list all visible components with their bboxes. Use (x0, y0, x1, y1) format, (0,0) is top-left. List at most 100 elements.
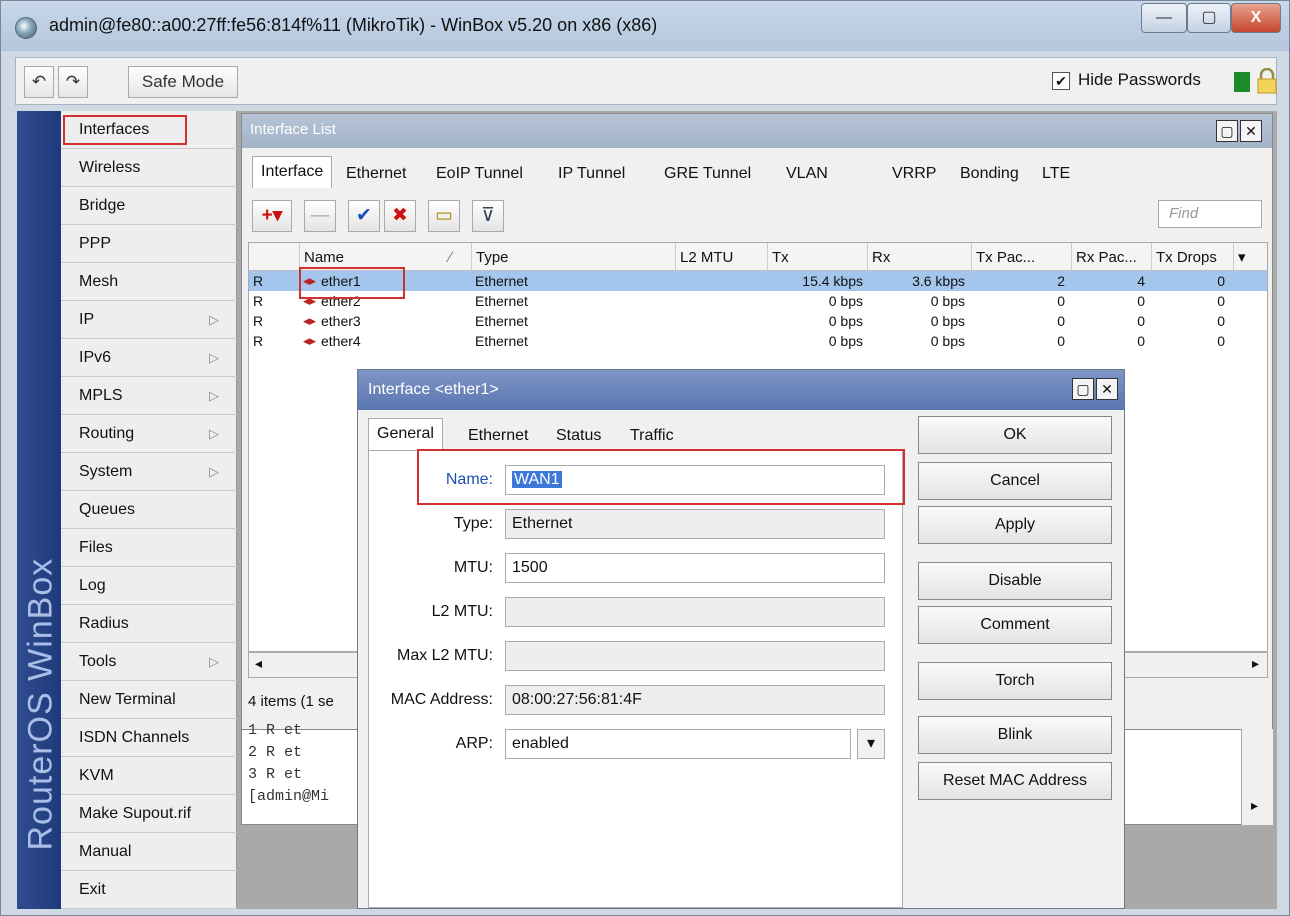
table-row[interactable]: R ◂▸ ether1 Ethernet 15.4 kbps 3.6 kbps 2 4 0 (249, 271, 1267, 291)
column-header[interactable]: Tx (767, 243, 867, 271)
sidebar-item-label: MPLS (79, 387, 123, 404)
table-row[interactable]: R ◂▸ ether4 Ethernet 0 bps 0 bps 0 0 0 (249, 331, 1267, 351)
dialog-tab-general[interactable]: General (368, 418, 443, 450)
scroll-right-icon[interactable]: ▸ (1252, 655, 1259, 672)
tx-cell: 0 bps (828, 313, 863, 329)
column-header[interactable]: Rx (867, 243, 971, 271)
sidebar-item-ip[interactable]: IP ▷ (61, 301, 237, 339)
cancel-button[interactable]: Cancel (918, 462, 1112, 500)
column-header[interactable]: L2 MTU (675, 243, 767, 271)
tab-lte[interactable]: LTE (1034, 160, 1078, 188)
sidebar-item-isdn-channels[interactable]: ISDN Channels (61, 719, 237, 757)
name-cell: ether4 (321, 333, 361, 349)
sidebar-item-wireless[interactable]: Wireless (61, 149, 237, 187)
column-menu-icon[interactable]: ▾ (1233, 243, 1267, 271)
name-cell: ether1 (321, 273, 361, 289)
sidebar-item-mpls[interactable]: MPLS ▷ (61, 377, 237, 415)
flag-cell: R (253, 313, 264, 329)
comment-button[interactable]: ▭ (428, 200, 460, 232)
sidebar-item-label: Tools (79, 653, 117, 670)
safe-mode-button[interactable]: Safe Mode (128, 66, 238, 98)
tab-eoip-tunnel[interactable]: EoIP Tunnel (428, 160, 531, 188)
flag-cell: R (253, 293, 264, 309)
minimize-button[interactable]: — (1141, 3, 1187, 33)
sidebar-item-exit[interactable]: Exit (61, 871, 237, 909)
ok-button[interactable]: OK (918, 416, 1112, 454)
close-window-icon[interactable]: ✕ (1096, 378, 1118, 400)
chevron-down-icon[interactable]: ▾ (857, 729, 885, 759)
column-header[interactable]: Type (471, 243, 675, 271)
tab-vlan[interactable]: VLAN (778, 160, 836, 188)
sidebar-item-manual[interactable]: Manual (61, 833, 237, 871)
filter-button[interactable]: ⊽ (472, 200, 504, 232)
dialog-tab-traffic[interactable]: Traffic (622, 422, 682, 450)
submenu-arrow-icon: ▷ (209, 464, 219, 479)
torch-button[interactable]: Torch (918, 662, 1112, 700)
tab-bonding[interactable]: Bonding (952, 160, 1027, 188)
restore-window-icon[interactable]: ▢ (1216, 120, 1238, 142)
tx-cell: 0 bps (828, 293, 863, 309)
name-cell: ether2 (321, 293, 361, 309)
column-header[interactable]: Rx Pac... (1071, 243, 1151, 271)
sidebar-item-label: Log (79, 577, 106, 594)
hide-passwords-label: Hide Passwords (1078, 70, 1201, 89)
scroll-right-icon[interactable]: ▸ (1251, 797, 1258, 814)
sidebar-item-make-supout-rif[interactable]: Make Supout.rif (61, 795, 237, 833)
sidebar-item-log[interactable]: Log (61, 567, 237, 605)
maximize-button[interactable]: ▢ (1187, 3, 1231, 33)
close-button[interactable]: X (1231, 3, 1281, 33)
terminal-scrollbar[interactable]: ▸ (1241, 729, 1273, 825)
redo-button[interactable]: ↷ (58, 66, 88, 98)
restore-window-icon[interactable]: ▢ (1072, 378, 1094, 400)
sidebar-item-ipv6[interactable]: IPv6 ▷ (61, 339, 237, 377)
tab-interface[interactable]: Interface (252, 156, 333, 188)
blink-button[interactable]: Blink (918, 716, 1112, 754)
sidebar-item-label: IP (79, 311, 95, 328)
sidebar-item-kvm[interactable]: KVM (61, 757, 237, 795)
hide-passwords-checkbox[interactable]: ✔ (1052, 72, 1070, 90)
name-field[interactable]: WAN1 (505, 465, 885, 495)
disable-button[interactable]: Disable (918, 562, 1112, 600)
rx-cell: 0 bps (930, 313, 965, 329)
sidebar-item-label: Exit (79, 881, 106, 898)
sidebar-item-label: Manual (79, 843, 132, 860)
interface-list-tabs: Interface Ethernet EoIP Tunnel IP Tunnel GRE… (242, 154, 1272, 188)
apply-button[interactable]: Apply (918, 506, 1112, 544)
mtu-field[interactable]: 1500 (505, 553, 885, 583)
sidebar-item-interfaces[interactable]: Interfaces (61, 111, 237, 149)
column-header[interactable]: Tx Pac... (971, 243, 1071, 271)
tab-ethernet[interactable]: Ethernet (338, 160, 414, 188)
scroll-left-icon[interactable]: ◂ (255, 655, 262, 672)
arp-select[interactable]: enabled (505, 729, 851, 759)
add-button[interactable]: +▾ (252, 200, 292, 232)
sidebar-item-bridge[interactable]: Bridge (61, 187, 237, 225)
comment-button[interactable]: Comment (918, 606, 1112, 644)
sidebar-item-mesh[interactable]: Mesh (61, 263, 237, 301)
column-header[interactable]: Tx Drops (1151, 243, 1233, 271)
tab-vrrp[interactable]: VRRP (884, 160, 944, 188)
table-row[interactable]: R ◂▸ ether2 Ethernet 0 bps 0 bps 0 0 0 (249, 291, 1267, 311)
enable-button[interactable]: ✔ (348, 200, 380, 232)
sidebar-item-radius[interactable]: Radius (61, 605, 237, 643)
sidebar-item-ppp[interactable]: PPP (61, 225, 237, 263)
dialog-tab-status[interactable]: Status (548, 422, 609, 450)
table-row[interactable]: R ◂▸ ether3 Ethernet 0 bps 0 bps 0 0 0 (249, 311, 1267, 331)
sidebar-item-queues[interactable]: Queues (61, 491, 237, 529)
disable-button[interactable]: ✖ (384, 200, 416, 232)
tab-ip-tunnel[interactable]: IP Tunnel (550, 160, 633, 188)
reset-mac-address-button[interactable]: Reset MAC Address (918, 762, 1112, 800)
dialog-tab-ethernet[interactable]: Ethernet (460, 422, 536, 450)
brand-text: RouterOS WinBox (21, 557, 60, 851)
remove-button[interactable]: — (304, 200, 336, 232)
sidebar-item-files[interactable]: Files (61, 529, 237, 567)
sidebar-item-routing[interactable]: Routing ▷ (61, 415, 237, 453)
tab-gre-tunnel[interactable]: GRE Tunnel (656, 160, 759, 188)
undo-button[interactable]: ↶ (24, 66, 54, 98)
sidebar-item-label: Interfaces (79, 121, 150, 138)
rx-packets-cell: 0 (1137, 293, 1145, 309)
sidebar-item-new-terminal[interactable]: New Terminal (61, 681, 237, 719)
sidebar-item-tools[interactable]: Tools ▷ (61, 643, 237, 681)
find-input[interactable]: Find (1158, 200, 1262, 228)
close-window-icon[interactable]: ✕ (1240, 120, 1262, 142)
sidebar-item-system[interactable]: System ▷ (61, 453, 237, 491)
